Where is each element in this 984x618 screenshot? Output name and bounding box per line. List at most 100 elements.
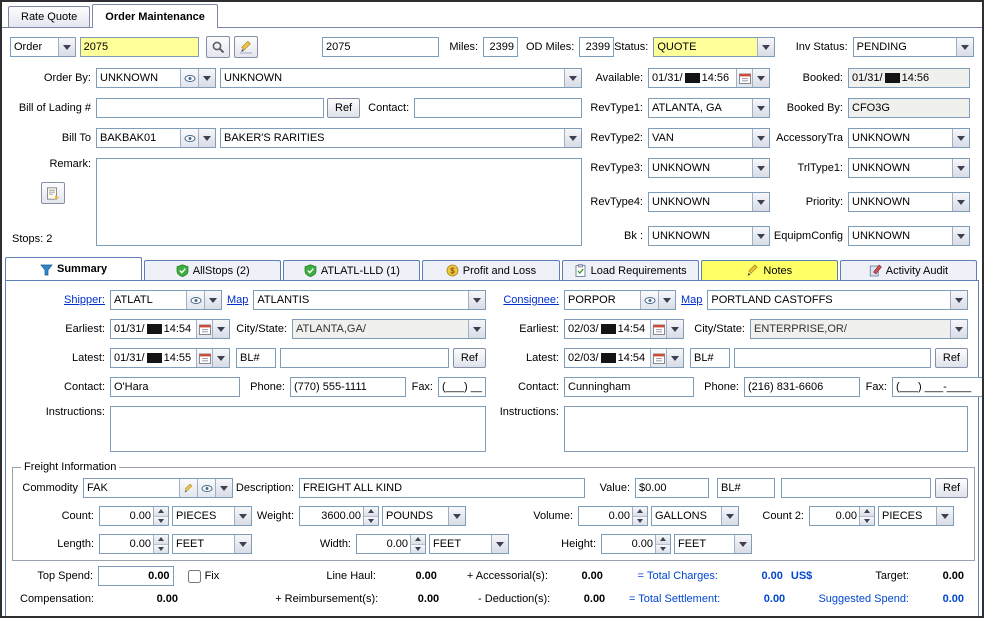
tab-profit-and-loss[interactable]: $ Profit and Loss	[422, 260, 559, 280]
equipmconfig-combo[interactable]: UNKNOWN	[848, 226, 970, 246]
chevron-down-icon[interactable]	[952, 227, 969, 245]
description-input[interactable]	[299, 478, 585, 498]
consignee-map-link[interactable]: Map	[681, 294, 702, 306]
spinner-up-icon[interactable]	[154, 507, 168, 517]
weight-unit-combo[interactable]: POUNDS	[382, 506, 466, 526]
shipper-instructions-textarea[interactable]	[110, 406, 486, 452]
consignee-earliest-date-field[interactable]: 02/03/14:54	[564, 319, 684, 339]
count2-unit-combo[interactable]: PIECES	[878, 506, 954, 526]
calendar-icon[interactable]	[736, 69, 752, 87]
chevron-down-icon[interactable]	[721, 507, 738, 525]
count-unit-combo[interactable]: PIECES	[172, 506, 252, 526]
chevron-down-icon[interactable]	[234, 535, 251, 553]
height-unit-combo[interactable]: FEET	[674, 534, 752, 554]
chevron-down-icon[interactable]	[234, 507, 251, 525]
chevron-down-icon[interactable]	[757, 38, 774, 56]
consignee-code-combo[interactable]: PORPOR	[564, 290, 676, 310]
chevron-down-icon[interactable]	[666, 320, 683, 338]
freight-bl-input[interactable]	[781, 478, 931, 498]
consignee-name-combo[interactable]: PORTLAND CASTOFFS	[707, 290, 968, 310]
lookup-icon[interactable]	[186, 291, 204, 309]
chevron-down-icon[interactable]	[468, 291, 485, 309]
freight-ref-button[interactable]: Ref	[935, 478, 968, 498]
bk-combo[interactable]: UNKNOWN	[648, 226, 770, 246]
shipper-label[interactable]: Shipper:	[12, 294, 110, 306]
remark-textarea[interactable]	[96, 158, 582, 246]
height-spinner[interactable]	[601, 534, 671, 554]
count-input[interactable]	[100, 507, 153, 525]
chevron-down-icon[interactable]	[752, 129, 769, 147]
miles-field[interactable]	[483, 37, 518, 57]
chevron-down-icon[interactable]	[198, 69, 215, 87]
shipper-ref-button[interactable]: Ref	[453, 348, 486, 368]
order-by-code-combo[interactable]: UNKNOWN	[96, 68, 216, 88]
spinner-up-icon[interactable]	[656, 535, 670, 545]
shipper-code-combo[interactable]: ATLATL	[110, 290, 222, 310]
spinner-down-icon[interactable]	[860, 517, 874, 526]
consignee-ref-button[interactable]: Ref	[935, 348, 968, 368]
width-input[interactable]	[357, 535, 410, 553]
chevron-down-icon[interactable]	[956, 38, 973, 56]
edit-icon[interactable]	[179, 479, 197, 497]
length-unit-combo[interactable]: FEET	[172, 534, 252, 554]
consignee-bl-input[interactable]	[734, 348, 931, 368]
tab-allstops[interactable]: AllStops (2)	[144, 260, 281, 280]
volume-unit-combo[interactable]: GALLONS	[651, 506, 739, 526]
chevron-down-icon[interactable]	[952, 129, 969, 147]
value-input[interactable]	[635, 478, 709, 498]
calendar-icon[interactable]	[196, 349, 212, 367]
spinner-up-icon[interactable]	[860, 507, 874, 517]
freight-bl-type-field[interactable]: BL#	[717, 478, 775, 498]
tab-load-requirements[interactable]: Load Requirements	[562, 260, 699, 280]
chevron-down-icon[interactable]	[564, 69, 581, 87]
spinner-down-icon[interactable]	[633, 517, 647, 526]
consignee-bl-type-field[interactable]: BL#	[690, 348, 730, 368]
shipper-fax-input[interactable]	[438, 377, 486, 397]
shipper-bl-type-field[interactable]: BL#	[236, 348, 276, 368]
bol-ref-button[interactable]: Ref	[327, 98, 360, 118]
consignee-fax-input[interactable]	[892, 377, 984, 397]
order-number-input[interactable]	[80, 37, 199, 57]
order-by-name-combo[interactable]: UNKNOWN	[220, 68, 582, 88]
order-edit-button[interactable]	[234, 36, 258, 58]
consignee-contact-input[interactable]	[564, 377, 694, 397]
chevron-down-icon[interactable]	[212, 349, 229, 367]
order-search-type-combo[interactable]: Order	[10, 37, 76, 57]
chevron-down-icon[interactable]	[950, 291, 967, 309]
inv-status-combo[interactable]: PENDING	[853, 37, 974, 57]
shipper-map-link[interactable]: Map	[227, 294, 248, 306]
spinner-up-icon[interactable]	[633, 507, 647, 517]
chevron-down-icon[interactable]	[564, 129, 581, 147]
bill-to-name-combo[interactable]: BAKER'S RARITIES	[220, 128, 582, 148]
chevron-down-icon[interactable]	[204, 291, 221, 309]
revtype1-combo[interactable]: ATLANTA, GA	[648, 98, 770, 118]
tab-rate-quote[interactable]: Rate Quote	[8, 6, 90, 27]
tab-stop-detail[interactable]: ATLATL-LLD (1)	[283, 260, 420, 280]
accessorytra-combo[interactable]: UNKNOWN	[848, 128, 970, 148]
weight-input[interactable]	[300, 507, 363, 525]
lookup-icon[interactable]	[197, 479, 215, 497]
spinner-up-icon[interactable]	[411, 535, 425, 545]
spinner-up-icon[interactable]	[364, 507, 378, 517]
spinner-down-icon[interactable]	[154, 545, 168, 554]
shipper-latest-date-field[interactable]: 01/31/14:55	[110, 348, 230, 368]
weight-spinner[interactable]	[299, 506, 379, 526]
chevron-down-icon[interactable]	[752, 159, 769, 177]
shipper-name-combo[interactable]: ATLANTIS	[253, 290, 486, 310]
chevron-down-icon[interactable]	[215, 479, 232, 497]
count2-input[interactable]	[810, 507, 859, 525]
available-date-field[interactable]: 01/31/14:56	[648, 68, 770, 88]
chevron-down-icon[interactable]	[952, 159, 969, 177]
chevron-down-icon[interactable]	[198, 129, 215, 147]
lookup-icon[interactable]	[180, 69, 198, 87]
revtype2-combo[interactable]: VAN	[648, 128, 770, 148]
commodity-combo[interactable]: FAK	[83, 478, 233, 498]
status-combo[interactable]: QUOTE	[653, 37, 774, 57]
consignee-latest-date-field[interactable]: 02/03/14:54	[564, 348, 684, 368]
priority-combo[interactable]: UNKNOWN	[848, 192, 970, 212]
chevron-down-icon[interactable]	[752, 99, 769, 117]
shipper-bl-input[interactable]	[280, 348, 449, 368]
width-spinner[interactable]	[356, 534, 426, 554]
consignee-label[interactable]: Consignee:	[490, 294, 564, 306]
chevron-down-icon[interactable]	[752, 69, 769, 87]
